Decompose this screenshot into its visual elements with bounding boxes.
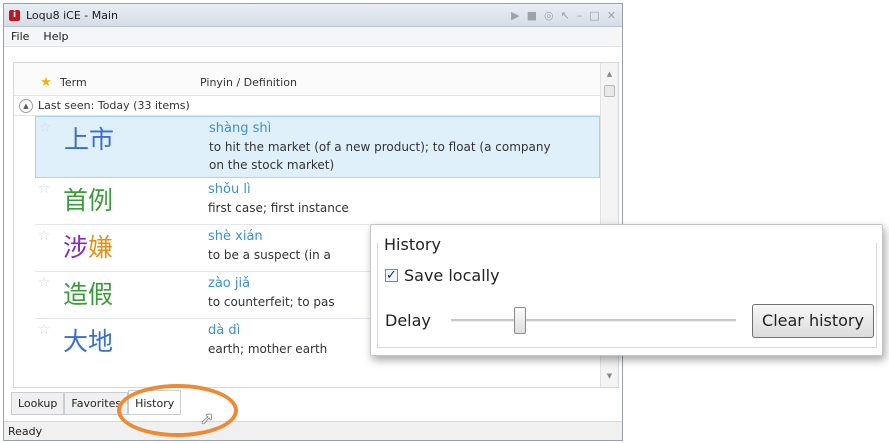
window-controls: ▶ ■ ◎ ↖ – □ ✕ — [511, 9, 616, 22]
maximize-icon[interactable]: □ — [589, 9, 599, 22]
save-locally-label[interactable]: Save locally — [404, 266, 500, 285]
group-label: Last seen: Today (33 items) — [38, 99, 190, 112]
main-window: i Loqu8 iCE - Main ▶ ■ ◎ ↖ – □ ✕ File He… — [3, 3, 623, 441]
entry-gloss: to hit the market (of a new product); to… — [209, 140, 551, 172]
term-char: 嫌 — [88, 233, 114, 262]
scroll-up-icon[interactable]: ▲ — [601, 67, 618, 81]
delay-label: Delay — [385, 311, 431, 330]
close-icon[interactable]: ✕ — [607, 9, 616, 22]
entry-definition: shàng shì to hit the market (of a new pr… — [209, 117, 554, 177]
term-char: 涉 — [63, 233, 89, 262]
minimize-icon[interactable]: – — [577, 9, 583, 22]
status-bar: Ready — [4, 421, 622, 440]
menu-help[interactable]: Help — [36, 30, 75, 43]
scroll-thumb[interactable] — [604, 85, 615, 97]
star-icon[interactable]: ☆ — [35, 178, 53, 224]
term-hanzi: 上市 — [64, 125, 115, 154]
highlight-circle — [117, 384, 238, 437]
term-hanzi: 大地 — [63, 327, 114, 356]
star-icon[interactable]: ☆ — [35, 319, 53, 366]
entry-pinyin: shǒu lì — [208, 182, 251, 197]
clear-history-button[interactable]: Clear history — [752, 304, 874, 338]
pointer-icon[interactable]: ↖ — [561, 9, 570, 22]
term-hanzi: 造假 — [63, 280, 114, 309]
star-icon[interactable]: ☆ — [35, 272, 53, 318]
term-hanzi: 涉嫌 — [53, 225, 208, 271]
entry-pinyin: shàng shì — [209, 121, 272, 136]
entry-gloss: first case; first instance — [208, 201, 349, 215]
column-pinyin-definition[interactable]: Pinyin / Definition — [200, 76, 297, 89]
window-title: Loqu8 iCE - Main — [26, 8, 119, 22]
app-icon: i — [9, 9, 20, 21]
tab-lookup[interactable]: Lookup — [11, 393, 65, 415]
term-hanzi: 首例 — [63, 186, 114, 215]
star-icon[interactable]: ☆ — [36, 117, 54, 177]
column-term[interactable]: Term — [60, 76, 200, 89]
play-icon[interactable]: ▶ — [511, 9, 519, 22]
list-item[interactable]: ☆ 首例 shǒu lì first case; first instance — [35, 178, 600, 225]
save-locally-checkbox[interactable]: ✓ — [385, 269, 398, 282]
scroll-down-icon[interactable]: ▼ — [601, 369, 618, 383]
column-header: ★ Term Pinyin / Definition — [14, 63, 618, 95]
stop-icon[interactable]: ■ — [527, 9, 537, 22]
mouse-cursor-icon: ➚ — [200, 409, 215, 429]
menu-bar: File Help — [4, 27, 622, 47]
delay-slider-thumb[interactable] — [514, 307, 526, 334]
history-settings-panel: History ✓ Save locally Delay Clear histo… — [370, 224, 883, 356]
favorite-star-icon[interactable]: ★ — [39, 76, 53, 89]
title-bar: i Loqu8 iCE - Main ▶ ■ ◎ ↖ – □ ✕ — [4, 4, 622, 27]
history-group-title: History — [384, 235, 441, 254]
delay-slider-track[interactable] — [451, 319, 736, 322]
group-header: ▲ Last seen: Today (33 items) — [14, 95, 618, 116]
camera-icon[interactable]: ◎ — [544, 9, 554, 22]
entry-definition: shǒu lì first case; first instance — [208, 178, 553, 224]
collapse-icon[interactable]: ▲ — [19, 98, 33, 113]
menu-file[interactable]: File — [4, 30, 36, 43]
list-item[interactable]: ☆ 上市 shàng shì to hit the market (of a n… — [35, 116, 600, 178]
star-icon[interactable]: ☆ — [35, 225, 53, 271]
